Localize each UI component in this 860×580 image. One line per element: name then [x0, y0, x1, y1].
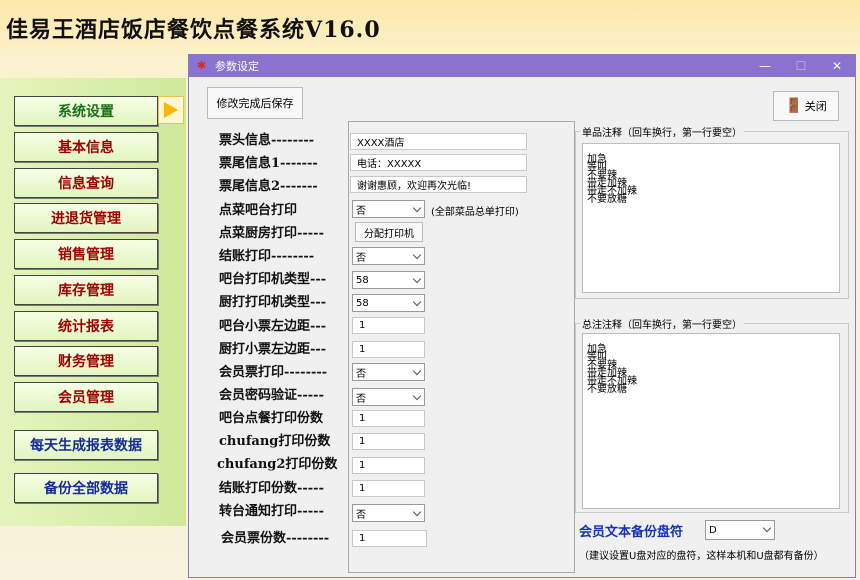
kitchen-printer-type-select[interactable]: 58	[352, 294, 425, 312]
exit-icon: 🚪	[785, 98, 803, 114]
single-note-title: 单品注释（回车换行，第一行要空）	[580, 124, 744, 139]
backup-drive-select[interactable]: D	[705, 520, 775, 540]
chevron-down-icon	[412, 203, 422, 213]
label-chufang2-copies: chufang2打印份数	[217, 457, 338, 472]
total-note-line: 等叫	[587, 352, 607, 363]
chevron-down-icon	[412, 297, 422, 307]
sidebar-item-stock-in-out[interactable]: 进退货管理	[14, 203, 158, 233]
label-checkout-copies: 结账打印份数-----	[219, 481, 324, 496]
label-chufang-copies: chufang打印份数	[219, 434, 331, 449]
sidebar-item-basic-info[interactable]: 基本信息	[14, 132, 158, 162]
sidebar-item-sales[interactable]: 销售管理	[14, 239, 158, 269]
kitchen-printer-type-value: 58	[356, 297, 369, 309]
chevron-down-icon	[412, 366, 422, 376]
sidebar-item-finance[interactable]: 财务管理	[14, 346, 158, 376]
assign-printer-button[interactable]: 分配打印机	[355, 222, 423, 242]
bar-print-note: (全部菜品总单打印)	[431, 207, 519, 218]
label-receipt-header: 票头信息--------	[219, 133, 315, 148]
app-title: 佳易王酒店饭店餐饮点餐系统V16.0	[6, 17, 381, 43]
label-member-receipt-print: 会员票打印--------	[219, 365, 328, 380]
backup-drive-hint: （建议设置U盘对应的盘符，这样本机和U盘都有备份）	[579, 551, 824, 562]
label-bar-order-copies: 吧台点餐打印份数	[219, 411, 324, 426]
bar-left-margin-input[interactable]: 1	[352, 317, 425, 334]
close-button-label: 关闭	[804, 100, 827, 113]
chevron-down-icon	[412, 250, 422, 260]
backup-drive-value: D	[709, 524, 717, 536]
label-kitchen-print: 点菜厨房打印-----	[219, 226, 324, 241]
single-note-line: 等叫	[587, 162, 607, 173]
total-note-textarea[interactable]: 加急 等叫 不要辣 带走加辣 带走不加辣 不要放糖	[582, 333, 840, 509]
sidebar-item-info-query[interactable]: 信息查询	[14, 168, 158, 198]
label-bar-left-margin: 吧台小票左边距---	[219, 319, 327, 334]
generate-daily-report-button[interactable]: 每天生成报表数据	[14, 430, 158, 460]
label-receipt-footer-1: 票尾信息1-------	[219, 156, 318, 171]
label-member-password-verify: 会员密码验证-----	[219, 388, 324, 403]
close-button[interactable]: 🚪 关闭	[773, 91, 839, 121]
member-password-verify-select[interactable]: 否	[352, 388, 425, 406]
label-member-receipt-copies: 会员票份数--------	[221, 531, 330, 546]
label-kitchen-left-margin: 厨打小票左边距---	[219, 342, 327, 357]
chufang2-copies-input[interactable]: 1	[352, 457, 425, 474]
dialog-app-icon: ✱	[197, 59, 207, 72]
label-receipt-footer-2: 票尾信息2-------	[219, 179, 318, 194]
checkout-print-value: 否	[356, 252, 366, 264]
label-table-transfer-print: 转台通知打印-----	[219, 504, 324, 519]
dialog-title: 参数设定	[215, 60, 259, 73]
total-note-title: 总注注释（回车换行，第一行要空）	[580, 316, 744, 331]
sidebar-item-inventory[interactable]: 库存管理	[14, 275, 158, 305]
single-note-textarea[interactable]: 加急 等叫 不要辣 带走加辣 带走不加辣 不要放糖	[582, 143, 840, 293]
table-transfer-print-select[interactable]: 否	[352, 504, 425, 522]
bar-printer-type-value: 58	[356, 274, 369, 286]
chevron-down-icon	[412, 507, 422, 517]
receipt-footer-1-input[interactable]: 电话：XXXXX	[350, 154, 527, 171]
chevron-down-icon	[762, 523, 772, 533]
receipt-footer-2-input[interactable]: 谢谢惠顾，欢迎再次光临!	[350, 176, 527, 193]
chufang-copies-input[interactable]: 1	[352, 433, 425, 450]
checkout-print-select[interactable]: 否	[352, 247, 425, 265]
total-note-line: 不要放糖	[587, 384, 627, 395]
sidebar-item-members[interactable]: 会员管理	[14, 382, 158, 412]
bar-order-copies-input[interactable]: 1	[352, 410, 425, 427]
member-receipt-copies-input[interactable]: 1	[352, 530, 427, 547]
minimize-icon[interactable]: —	[747, 55, 783, 77]
kitchen-left-margin-input[interactable]: 1	[352, 341, 425, 358]
member-receipt-print-value: 否	[356, 368, 366, 380]
active-indicator	[158, 96, 184, 124]
dialog-titlebar[interactable]: ✱ 参数设定 — ☐ ✕	[189, 55, 855, 77]
label-checkout-print: 结账打印--------	[219, 249, 315, 264]
backup-all-data-button[interactable]: 备份全部数据	[14, 473, 158, 503]
sidebar-item-reports[interactable]: 统计报表	[14, 311, 158, 341]
bar-printer-type-select[interactable]: 58	[352, 271, 425, 289]
label-bar-printer-type: 吧台打印机类型---	[219, 272, 327, 287]
bar-print-value: 否	[356, 205, 366, 217]
label-bar-print: 点菜吧台打印	[219, 203, 298, 218]
table-transfer-print-value: 否	[356, 509, 366, 521]
save-button[interactable]: 修改完成后保存	[207, 87, 303, 119]
member-password-verify-value: 否	[356, 393, 366, 405]
checkout-copies-input[interactable]: 1	[352, 480, 425, 497]
single-note-line: 加急	[587, 154, 607, 165]
label-kitchen-printer-type: 厨打打印机类型---	[219, 295, 327, 310]
member-receipt-print-select[interactable]: 否	[352, 363, 425, 381]
chevron-down-icon	[412, 391, 422, 401]
maximize-icon[interactable]: ☐	[783, 55, 819, 77]
backup-drive-label: 会员文本备份盘符	[579, 525, 684, 540]
bar-print-select[interactable]: 否	[352, 200, 425, 218]
settings-dialog: ✱ 参数设定 — ☐ ✕ 修改完成后保存 🚪 关闭 票头信息-------- 票…	[188, 54, 856, 578]
sidebar-item-system-settings[interactable]: 系统设置	[14, 96, 158, 126]
arrow-right-icon	[164, 102, 178, 118]
chevron-down-icon	[412, 274, 422, 284]
close-icon[interactable]: ✕	[819, 55, 855, 77]
receipt-header-input[interactable]: XXXX酒店	[350, 133, 527, 150]
total-note-line: 加急	[587, 344, 607, 355]
single-note-line: 不要放糖	[587, 194, 627, 205]
